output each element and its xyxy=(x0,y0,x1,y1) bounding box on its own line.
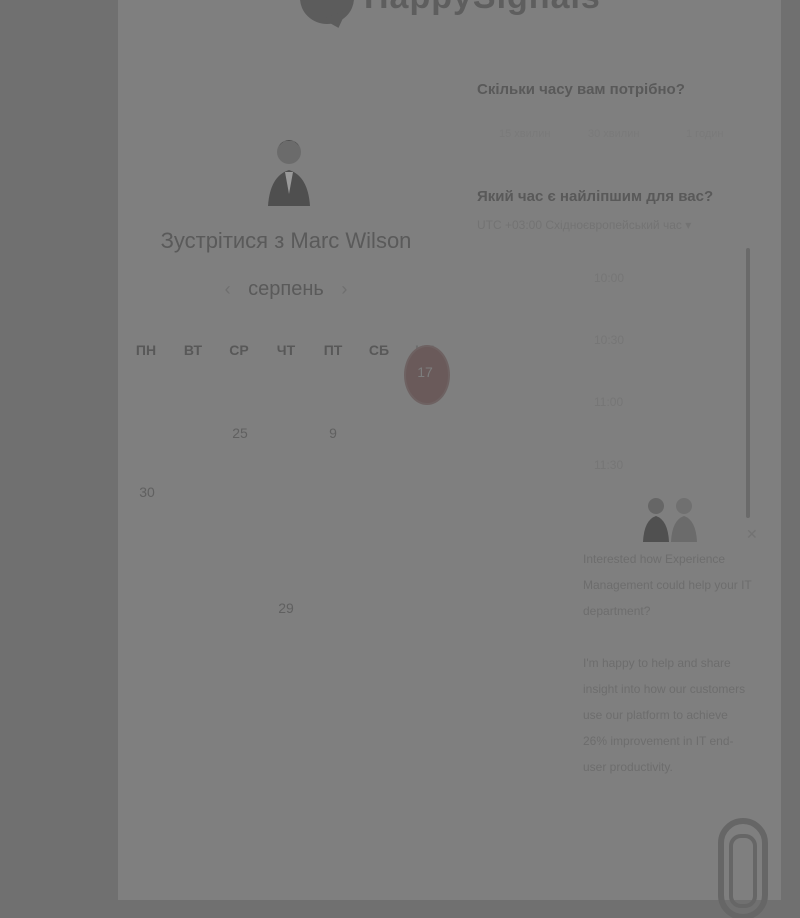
duration-option-60[interactable]: 1 годин xyxy=(686,128,723,140)
calendar-day[interactable]: 25 xyxy=(225,425,255,441)
brand-logo: HappySignals xyxy=(300,0,620,33)
weekday-thu: ЧТ xyxy=(276,342,296,358)
weekday-mon: ПН xyxy=(135,342,157,358)
chat-launcher-icon[interactable] xyxy=(718,818,768,918)
weekday-sat: СБ xyxy=(368,342,390,358)
duration-question: Скільки часу вам потрібно? xyxy=(477,81,685,98)
weekday-wed: СР xyxy=(229,342,249,358)
month-label: серпень xyxy=(248,278,324,300)
time-slot[interactable]: 10:00 xyxy=(594,271,624,285)
month-navigation: ‹ серпень › xyxy=(118,278,454,301)
time-slot[interactable]: 11:30 xyxy=(594,458,623,472)
timezone-select[interactable]: UTC +03:00 Східноєвропейський час ▾ xyxy=(477,218,691,232)
brand-name: HappySignals xyxy=(364,0,601,17)
chat-message-1: Interested how Experience Management cou… xyxy=(583,552,752,618)
time-slot[interactable]: 11:00 xyxy=(594,395,623,409)
chevron-left-icon[interactable]: ‹ xyxy=(225,279,231,299)
weekday-tue: ВТ xyxy=(183,342,203,358)
calendar-day[interactable]: 9 xyxy=(318,425,348,441)
close-icon[interactable]: ✕ xyxy=(746,526,758,543)
calendar-day[interactable]: 29 xyxy=(271,600,301,616)
chevron-right-icon[interactable]: › xyxy=(341,279,347,299)
host-avatar xyxy=(268,140,310,206)
time-question: Який час є найліпшим для вас? xyxy=(477,188,714,205)
duration-option-15[interactable]: 15 хвилин xyxy=(499,128,550,140)
duration-option-30[interactable]: 30 хвилин xyxy=(588,128,639,140)
chat-message-2: I'm happy to help and share insight into… xyxy=(583,656,746,774)
time-slot[interactable]: 10:30 xyxy=(594,333,624,347)
calendar-day[interactable]: 30 xyxy=(132,484,162,500)
meeting-title: Зустрітися з Marc Wilson xyxy=(160,228,412,253)
today-date[interactable]: 17 xyxy=(404,364,446,380)
weekday-fri: ПТ xyxy=(323,342,343,358)
chat-agents-avatar xyxy=(643,498,697,542)
time-list-scrollbar[interactable] xyxy=(746,248,750,518)
